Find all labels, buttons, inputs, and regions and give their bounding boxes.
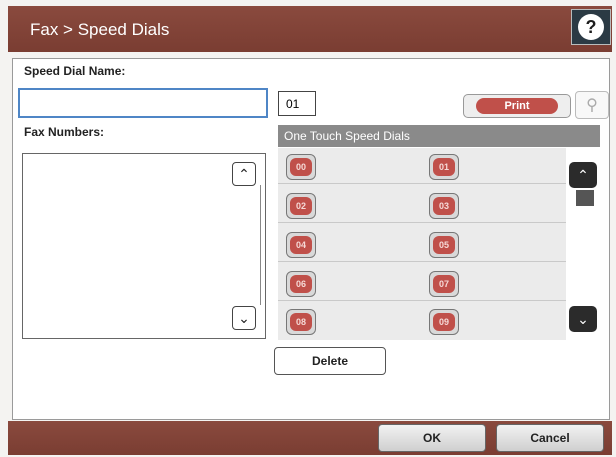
speed-dial-number-value: 01 [286, 96, 300, 111]
one-touch-scroll-down-button[interactable]: ⌄ [569, 306, 597, 332]
one-touch-scroll-track[interactable] [575, 195, 593, 305]
speed-dial-button[interactable]: 01 [429, 154, 459, 180]
chevron-up-icon: ⌃ [238, 165, 250, 182]
speed-dial-button[interactable]: 00 [286, 154, 316, 180]
speed-dial-button[interactable]: 03 [429, 193, 459, 219]
fax-list-scroll-down-button[interactable]: ⌄ [232, 306, 256, 330]
speed-dial-number: 03 [433, 197, 455, 215]
speed-dial-number: 05 [433, 236, 455, 254]
speed-dial-button[interactable]: 04 [286, 232, 316, 258]
speed-dial-name-input[interactable] [18, 88, 268, 118]
fax-list-scroll-track [260, 185, 261, 305]
print-label: Print [476, 98, 558, 114]
chevron-down-icon: ⌄ [577, 310, 589, 327]
row-divider [278, 261, 566, 262]
one-touch-header-label: One Touch Speed Dials [284, 129, 410, 143]
fax-list-scroll-up-button[interactable]: ⌃ [232, 162, 256, 186]
chevron-down-icon: ⌄ [238, 309, 250, 326]
speed-dial-number: 07 [433, 275, 455, 293]
speed-dial-button[interactable]: 05 [429, 232, 459, 258]
speed-dial-button[interactable]: 09 [429, 309, 459, 335]
speed-dial-number: 06 [290, 275, 312, 293]
help-button[interactable]: ? [571, 9, 611, 45]
one-touch-speed-dials-list: 00 02 04 06 08 01 03 05 07 09 [278, 148, 566, 340]
fax-numbers-list[interactable] [22, 153, 266, 339]
one-touch-scroll-thumb[interactable] [576, 190, 594, 206]
magnifier-icon: ⚲ [586, 97, 598, 114]
speed-dial-button[interactable]: 02 [286, 193, 316, 219]
speed-dial-number: 09 [433, 313, 455, 331]
speed-dial-number: 01 [433, 158, 455, 176]
speed-dial-button[interactable]: 07 [429, 271, 459, 297]
row-divider [278, 183, 566, 184]
row-divider [278, 300, 566, 301]
speed-dial-number: 00 [290, 158, 312, 176]
cancel-button[interactable]: Cancel [496, 424, 604, 452]
fax-numbers-label: Fax Numbers: [24, 125, 105, 139]
speed-dial-number: 04 [290, 236, 312, 254]
speed-dial-button[interactable]: 06 [286, 271, 316, 297]
one-touch-speed-dials-header: One Touch Speed Dials [278, 125, 600, 147]
search-button[interactable]: ⚲ [575, 91, 609, 119]
speed-dial-number: 08 [290, 313, 312, 331]
delete-button[interactable]: Delete [274, 347, 386, 375]
speed-dial-name-label: Speed Dial Name: [24, 64, 126, 78]
page-title: Fax > Speed Dials [30, 20, 170, 39]
row-divider [278, 222, 566, 223]
speed-dial-number: 02 [290, 197, 312, 215]
print-button[interactable]: Print [463, 94, 571, 118]
chevron-up-icon: ⌃ [577, 166, 589, 183]
one-touch-scroll-up-button[interactable]: ⌃ [569, 162, 597, 188]
speed-dial-button[interactable]: 08 [286, 309, 316, 335]
ok-button[interactable]: OK [378, 424, 486, 452]
title-bar: Fax > Speed Dials [8, 6, 612, 52]
speed-dial-number-field[interactable]: 01 [278, 91, 316, 116]
help-icon: ? [578, 14, 604, 40]
